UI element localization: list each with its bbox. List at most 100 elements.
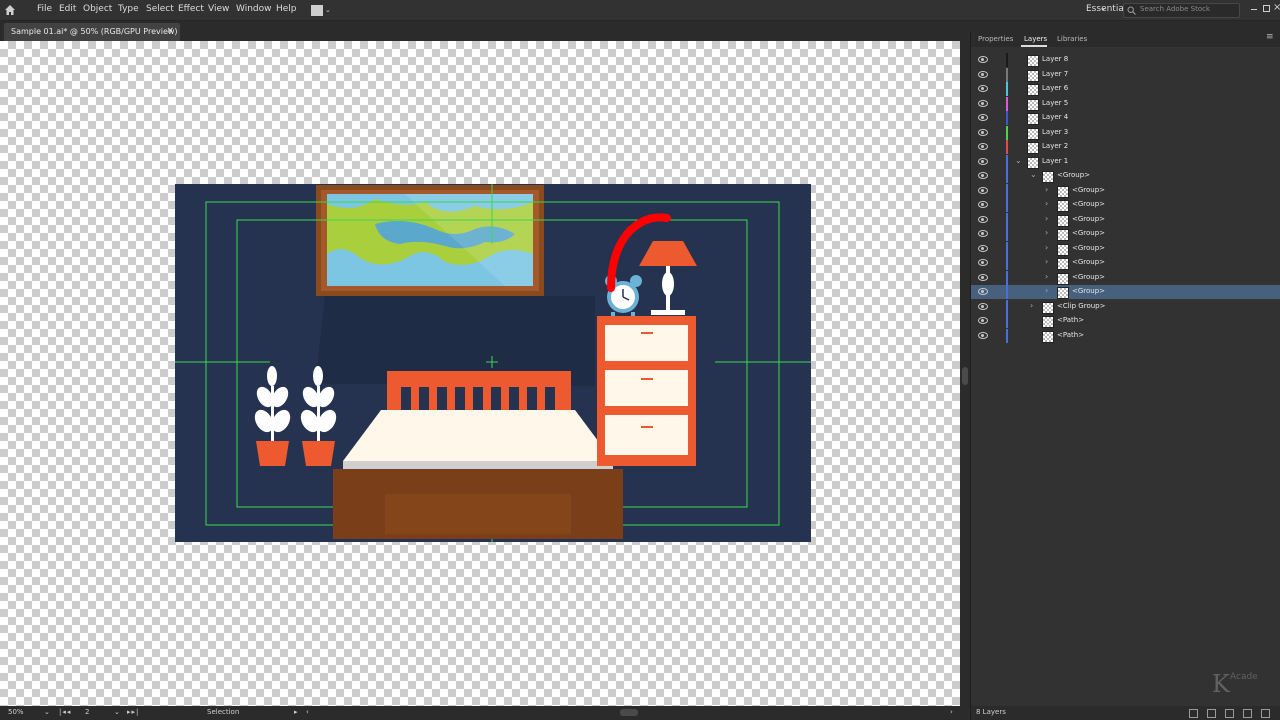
scroll-right-icon[interactable]: › (950, 708, 953, 716)
menu-type[interactable]: Type (118, 4, 139, 14)
chevron-right-icon[interactable]: › (1045, 272, 1048, 281)
close-tab-icon[interactable]: × (166, 26, 174, 36)
visibility-eye-icon[interactable] (978, 215, 988, 223)
canvas-vertical-scrollbar[interactable] (960, 41, 970, 706)
chevron-right-icon[interactable]: › (1030, 301, 1033, 310)
layer-name[interactable]: Layer 1 (1042, 157, 1068, 165)
visibility-eye-icon[interactable] (978, 201, 988, 208)
layer-name[interactable]: Layer 7 (1042, 70, 1068, 78)
layer-row[interactable]: › <Clip Group> (971, 299, 1280, 314)
layer-name[interactable]: <Group> (1072, 186, 1105, 194)
layer-name[interactable]: <Clip Group> (1057, 302, 1106, 310)
layer-row[interactable]: ⌄ <Group> (971, 169, 1280, 183)
visibility-eye-icon[interactable] (978, 114, 988, 121)
document-tab[interactable]: Sample 01.ai* @ 50% (RGB/GPU Preview) × (4, 23, 180, 41)
menu-view[interactable]: View (208, 4, 229, 14)
menu-select[interactable]: Select (146, 4, 174, 14)
chevron-right-icon[interactable]: › (1045, 286, 1048, 295)
visibility-eye-icon[interactable] (978, 288, 988, 295)
artboard-next-last-icon[interactable]: ▸▸| (127, 708, 139, 716)
menu-edit[interactable]: Edit (59, 4, 76, 14)
layer-row[interactable]: <Path> (971, 328, 1280, 343)
visibility-eye-icon[interactable] (978, 128, 988, 136)
layer-row[interactable]: Layer 2 (971, 140, 1280, 154)
visibility-eye-icon[interactable] (978, 56, 988, 63)
chevron-down-icon[interactable]: ⌄ (1015, 156, 1022, 165)
layer-name[interactable]: <Group> (1072, 229, 1105, 237)
chevron-right-icon[interactable]: › (1045, 243, 1048, 252)
visibility-eye-icon[interactable] (978, 70, 988, 78)
layer-name[interactable]: <Group> (1057, 171, 1090, 179)
current-tool[interactable]: Selection (207, 708, 239, 716)
locate-object-icon[interactable] (1207, 709, 1216, 718)
arrange-documents-icon[interactable]: ⌄ (311, 5, 333, 16)
tab-layers[interactable]: Layers (1024, 35, 1047, 43)
chevron-right-icon[interactable]: › (1045, 257, 1048, 266)
visibility-eye-icon[interactable] (978, 143, 988, 150)
layer-name[interactable]: <Path> (1057, 331, 1084, 339)
artboard-number[interactable]: 2 (85, 708, 89, 716)
visibility-eye-icon[interactable] (978, 186, 988, 194)
layer-name[interactable]: Layer 4 (1042, 113, 1068, 121)
make-clipping-mask-icon[interactable] (1225, 709, 1234, 718)
layer-row[interactable]: Layer 7 (971, 67, 1280, 82)
chevron-right-icon[interactable]: › (1045, 185, 1048, 194)
chevron-right-icon[interactable]: › (1045, 214, 1048, 223)
layer-row[interactable]: › <Group> (971, 227, 1280, 241)
visibility-eye-icon[interactable] (978, 172, 988, 179)
layer-name[interactable]: <Group> (1072, 200, 1105, 208)
layer-name[interactable]: <Group> (1072, 287, 1105, 295)
layer-row[interactable]: › <Group> (971, 270, 1280, 285)
layer-row[interactable]: › <Group> (971, 241, 1280, 256)
menu-window[interactable]: Window (236, 4, 272, 14)
menu-file[interactable]: File (37, 4, 52, 14)
restore-icon[interactable] (1263, 5, 1270, 12)
visibility-eye-icon[interactable] (978, 259, 988, 266)
layer-row[interactable]: Layer 5 (971, 96, 1280, 111)
artboard-first-prev-icon[interactable]: |◂◂ (59, 708, 71, 716)
minimize-icon[interactable] (1251, 9, 1257, 10)
layer-row[interactable]: Layer 4 (971, 111, 1280, 125)
layer-row[interactable]: › <Group> (971, 198, 1280, 212)
tab-libraries[interactable]: Libraries (1057, 35, 1087, 43)
visibility-eye-icon[interactable] (978, 85, 988, 92)
layer-row[interactable]: › <Group> (971, 256, 1280, 270)
menu-object[interactable]: Object (83, 4, 112, 14)
horizontal-scroll-thumb[interactable] (620, 709, 638, 716)
visibility-eye-icon[interactable] (978, 244, 988, 252)
layer-name[interactable]: Layer 3 (1042, 128, 1068, 136)
layer-name[interactable]: <Group> (1072, 258, 1105, 266)
chevron-down-icon[interactable]: ⌄ (44, 708, 50, 716)
search-stock-input[interactable]: Search Adobe Stock (1123, 3, 1240, 18)
canvas-area[interactable] (0, 41, 960, 706)
menu-help[interactable]: Help (276, 4, 297, 14)
layer-row[interactable]: › <Group> (971, 183, 1280, 198)
visibility-eye-icon[interactable] (978, 230, 988, 237)
panel-menu-icon[interactable]: ≡ (1266, 32, 1274, 42)
play-icon[interactable]: ▸ (294, 708, 298, 716)
layer-name[interactable]: Layer 5 (1042, 99, 1068, 107)
close-window-icon[interactable]: × (1273, 2, 1280, 13)
layer-row[interactable]: <Path> (971, 314, 1280, 328)
layer-name[interactable]: <Group> (1072, 215, 1105, 223)
new-layer-icon[interactable] (1243, 709, 1252, 718)
layer-row[interactable]: Layer 6 (971, 82, 1280, 96)
layer-name[interactable]: Layer 8 (1042, 55, 1068, 63)
tab-properties[interactable]: Properties (978, 35, 1013, 43)
menu-effect[interactable]: Effect (178, 4, 204, 14)
delete-layer-icon[interactable] (1261, 709, 1270, 718)
visibility-eye-icon[interactable] (978, 331, 988, 339)
visibility-eye-icon[interactable] (978, 157, 988, 165)
home-icon[interactable] (4, 4, 16, 16)
artboard-illustration[interactable] (175, 184, 811, 542)
layer-row[interactable]: Layer 8 (971, 53, 1280, 67)
visibility-eye-icon[interactable] (978, 302, 988, 310)
layer-row[interactable]: › <Group> (971, 212, 1280, 227)
layer-row[interactable]: › <Group> (971, 285, 1280, 299)
layer-name[interactable]: <Path> (1057, 316, 1084, 324)
zoom-level[interactable]: 50% (8, 708, 24, 716)
layer-name[interactable]: Layer 6 (1042, 84, 1068, 92)
layer-name[interactable]: <Group> (1072, 273, 1105, 281)
chevron-right-icon[interactable]: › (1045, 199, 1048, 208)
scroll-left-icon[interactable]: ‹ (306, 708, 309, 716)
